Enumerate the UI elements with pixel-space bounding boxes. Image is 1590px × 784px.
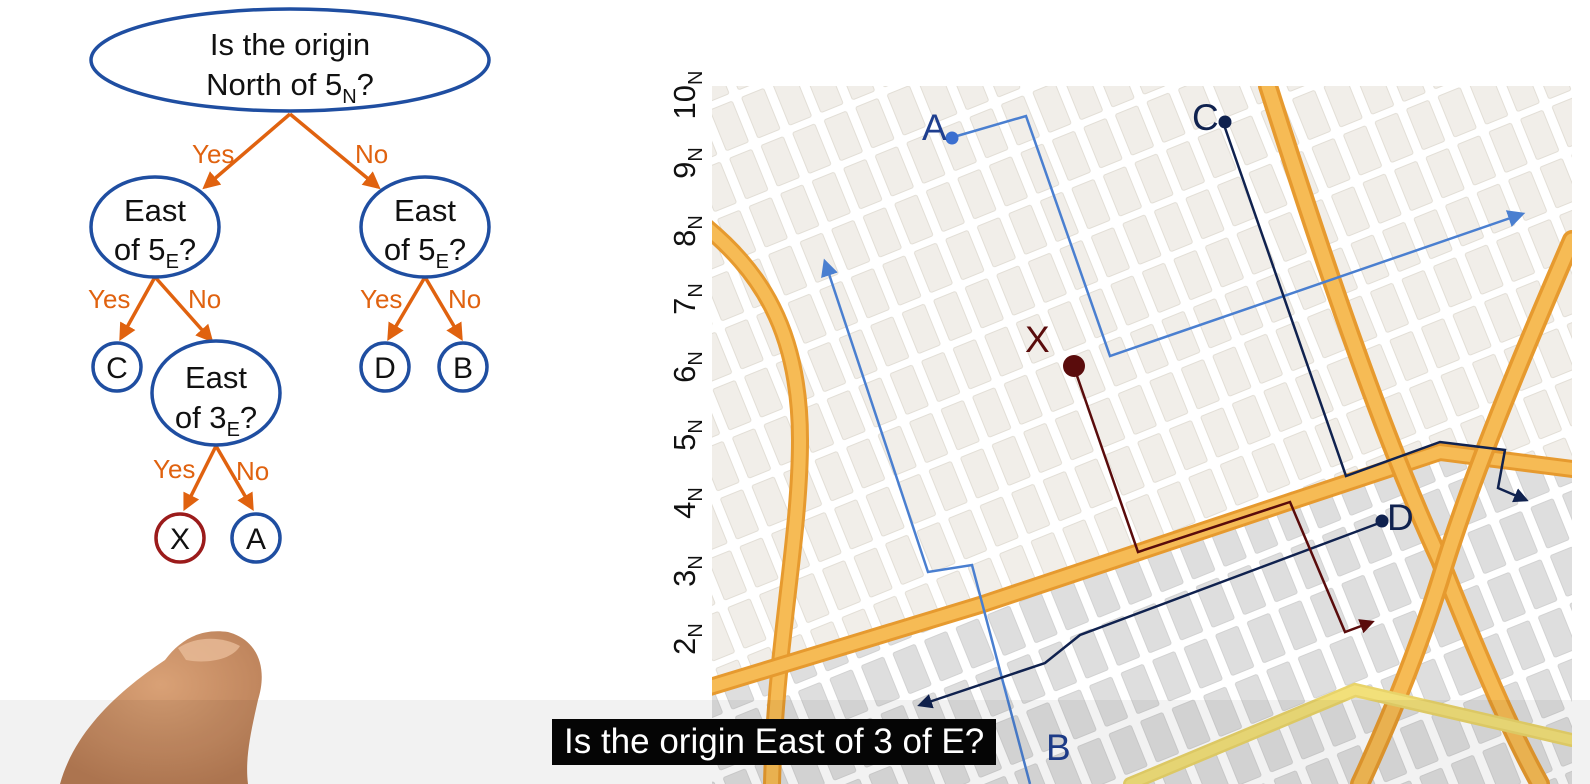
y-axis-label-6N: 6N: [667, 351, 707, 383]
y-axis-label-2N: 2N: [667, 623, 707, 655]
edge-label-left-yes: Yes: [88, 284, 130, 314]
inner-question-line1: East: [185, 360, 247, 395]
inner-question-line2: of 3E?: [175, 400, 257, 441]
point-label-x: X: [1025, 319, 1050, 360]
y-axis-label-8N: 8N: [667, 215, 707, 247]
y-axis-label-9N: 9N: [667, 147, 707, 179]
origin-dot-x: [1063, 355, 1085, 377]
right-question-line2: of 5E?: [384, 232, 466, 273]
leaf-c: C: [91, 341, 143, 393]
origin-dot-c: [1218, 115, 1232, 129]
city-map: A C X D B 10N9N8N7N6N5N4N3N2N: [667, 71, 1572, 784]
leaf-b: B: [437, 341, 489, 393]
tree-edges: [119, 112, 463, 512]
y-axis-label-3N: 3N: [667, 555, 707, 587]
leaf-b-label: B: [453, 352, 473, 385]
decision-tree: Yes No Yes No Yes No Yes No Is the origi…: [88, 7, 491, 564]
point-label-d: D: [1387, 497, 1414, 538]
map-y-axis: 10N 9N 8N 7N 6N 5N 4N 3N 2N: [667, 71, 707, 655]
leaf-a: A: [230, 512, 282, 564]
origin-dot-a: [945, 131, 959, 145]
right-question-line1: East: [394, 193, 456, 228]
y-axis-label-5N: 5N: [667, 419, 707, 451]
tree-node-root: Is the origin North of 5N?: [89, 7, 491, 113]
video-caption: Is the origin East of 3 of E?: [552, 719, 997, 765]
leaf-d-label: D: [374, 352, 396, 385]
lesson-canvas: Yes No Yes No Yes No Yes No Is the origi…: [0, 7, 1590, 784]
y-axis-label-4N: 4N: [667, 487, 707, 519]
root-question-line1: Is the origin: [210, 27, 370, 62]
leaf-x-label: X: [170, 523, 190, 556]
edge-label-inner-yes: Yes: [153, 454, 195, 484]
point-label-a: A: [922, 107, 947, 148]
leaf-a-label: A: [246, 523, 266, 556]
tree-node-inner: East of 3E?: [150, 339, 282, 447]
edge-label-root-yes: Yes: [192, 139, 234, 169]
left-question-line1: East: [124, 193, 186, 228]
y-axis-label-7N: 7N: [667, 283, 707, 315]
tree-node-left: East of 5E?: [89, 175, 221, 279]
y-axis-label-10N: 10N: [667, 71, 707, 120]
point-label-c: C: [1192, 97, 1219, 138]
edge-label-left-no: No: [188, 284, 221, 314]
edge-label-root-no: No: [355, 139, 388, 169]
edge-label-inner-no: No: [236, 456, 269, 486]
tree-node-right: East of 5E?: [359, 175, 491, 279]
edge-label-right-yes: Yes: [360, 284, 402, 314]
leaf-d: D: [359, 341, 411, 393]
edge-label-right-no: No: [448, 284, 481, 314]
left-question-line2: of 5E?: [114, 232, 196, 273]
leaf-x: X: [154, 512, 206, 564]
leaf-c-label: C: [106, 352, 128, 385]
